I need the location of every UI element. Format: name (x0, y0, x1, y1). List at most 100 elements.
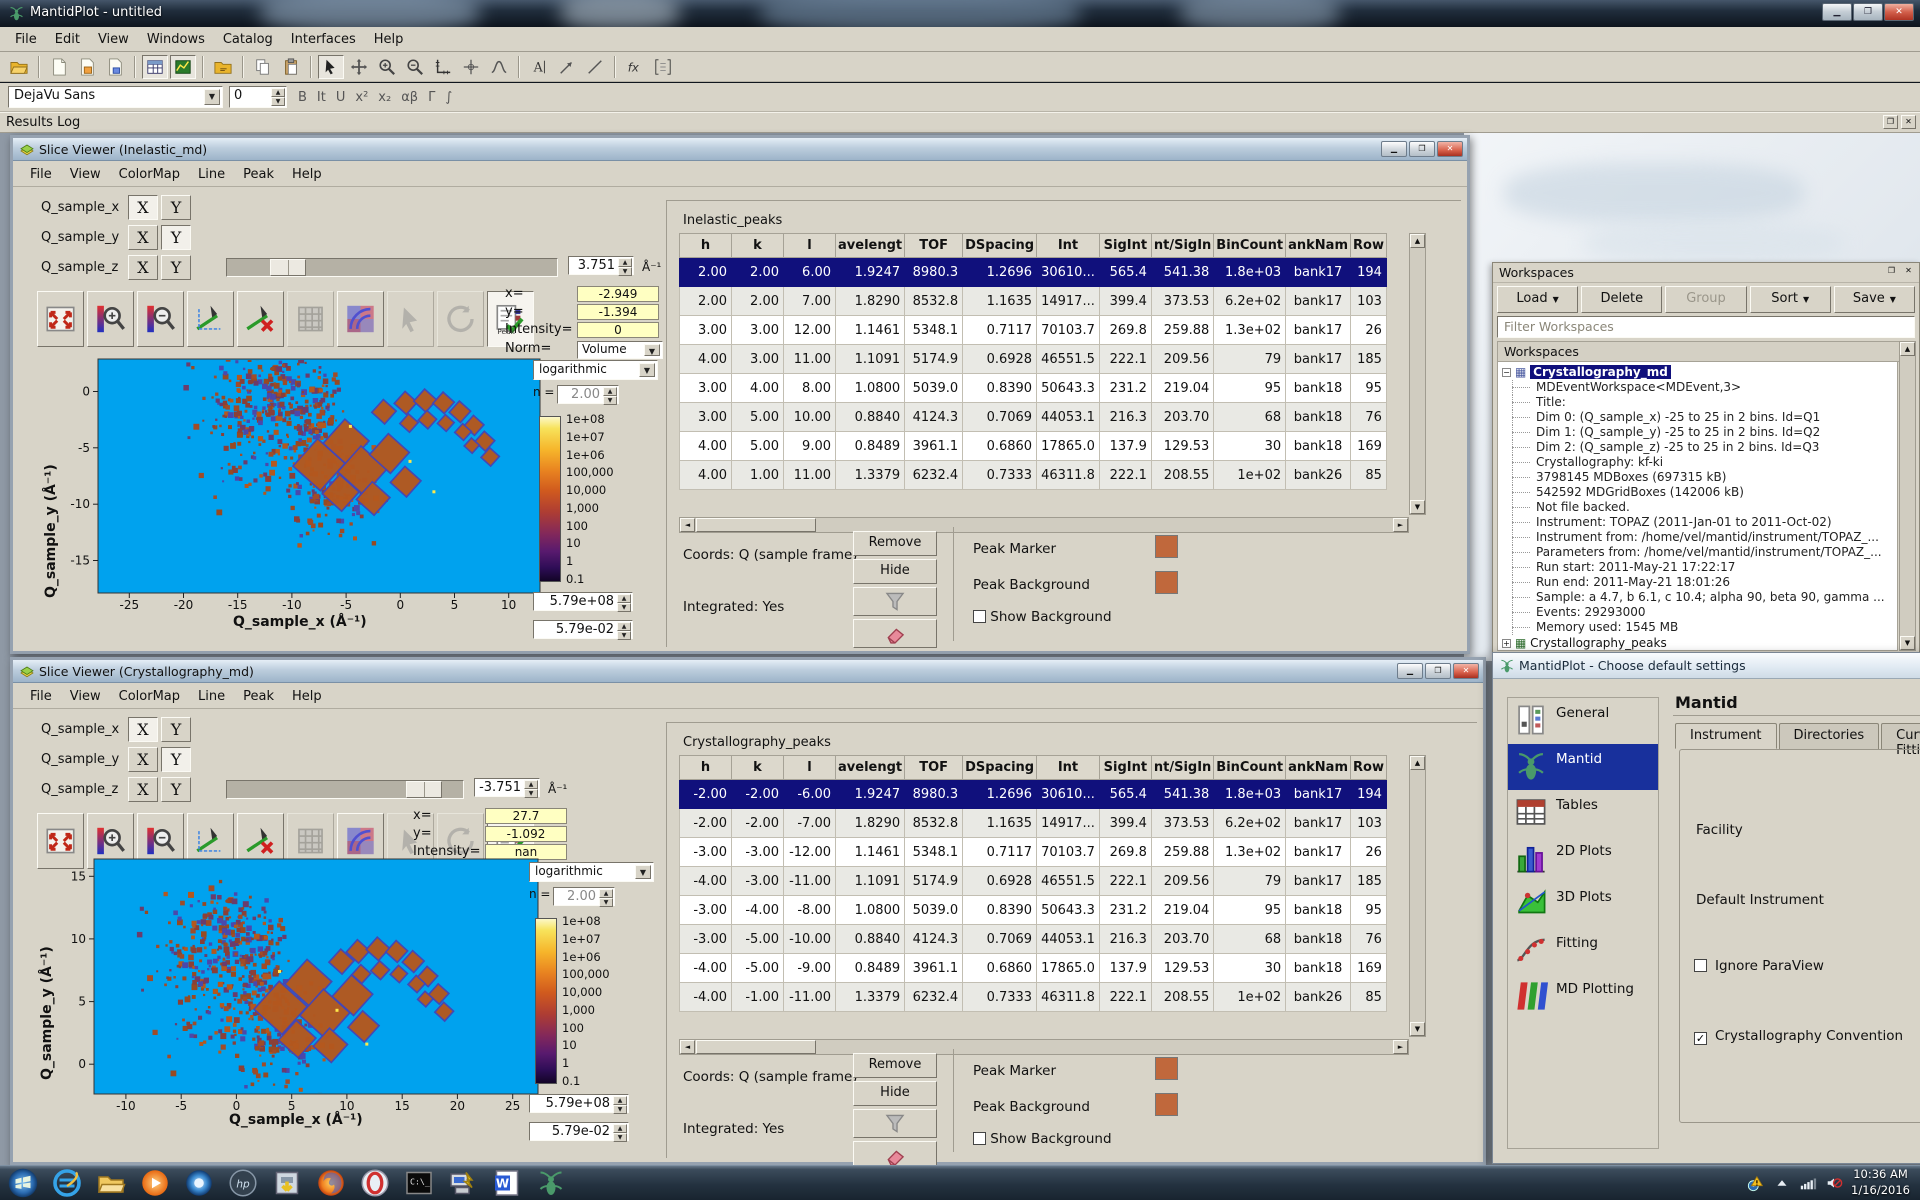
results-log-bar[interactable]: Results Log ❐ ✕ (0, 112, 1920, 133)
table-row[interactable]: -4.00-5.00-9.000.84893961.10.686017865.0… (680, 954, 1387, 983)
x-axis-button[interactable]: X (128, 717, 158, 742)
slice-value-spinner[interactable]: -3.751▲▼ (474, 778, 540, 797)
style-button-αβ[interactable]: αβ (396, 88, 423, 107)
taskbar-clock[interactable]: 10:36 AM1/16/2016 (1851, 1167, 1918, 1198)
new-matrix-icon[interactable] (650, 55, 676, 79)
menu-peak[interactable]: Peak (234, 164, 283, 185)
filter-button[interactable] (853, 1109, 937, 1138)
pointer-icon[interactable] (318, 55, 344, 79)
mantidplot-icon[interactable] (536, 1168, 566, 1198)
tree-item[interactable]: Events: 29293000 (1502, 605, 1897, 620)
menu-file[interactable]: File (21, 164, 61, 185)
table-row[interactable]: 4.001.0011.001.33796232.40.733346311.822… (680, 461, 1387, 490)
close-button[interactable]: ✕ (1884, 3, 1914, 21)
peak-marker-color-swatch[interactable] (1155, 535, 1178, 558)
slider-handle[interactable] (406, 781, 442, 798)
grid-lines-icon[interactable] (287, 291, 334, 347)
y-axis-button[interactable]: Y (161, 195, 191, 220)
menu-view[interactable]: View (89, 29, 138, 50)
close-button[interactable]: ✕ (1437, 141, 1463, 157)
colorbar-max-spinner[interactable]: 5.79e+08▲▼ (533, 592, 633, 611)
slice-slider[interactable] (226, 780, 464, 799)
column-header[interactable]: nt/SigIn (1151, 234, 1213, 258)
command-prompt-icon[interactable]: C:\_ (404, 1168, 434, 1198)
column-header[interactable]: ankNam (1286, 234, 1351, 258)
putty-icon[interactable] (448, 1168, 478, 1198)
menu-colormap[interactable]: ColorMap (110, 164, 189, 185)
menu-help[interactable]: Help (365, 29, 413, 50)
workspaces-scrollbar[interactable]: ▲ ▼ (1899, 341, 1916, 651)
tab-instrument[interactable]: Instrument (1675, 723, 1777, 749)
tree-item[interactable]: Instrument from: /home/vel/mantid/instru… (1502, 530, 1897, 545)
column-header[interactable]: h (680, 234, 732, 258)
dialog-titlebar[interactable]: MantidPlot - Choose default settings (1493, 653, 1920, 679)
table-row[interactable]: 4.003.0011.001.10915174.90.692846551.522… (680, 345, 1387, 374)
y-axis-button[interactable]: Y (161, 747, 191, 772)
hide-button[interactable]: Hide (853, 1081, 937, 1106)
save-document-icon[interactable] (74, 55, 100, 79)
tree-item[interactable]: 3798145 MDBoxes (697315 kB) (1502, 470, 1897, 485)
media-player-icon[interactable] (140, 1168, 170, 1198)
refresh-rebin-icon[interactable] (437, 291, 484, 347)
table-row[interactable]: -2.00-2.00-6.001.92478980.31.269630610..… (680, 780, 1387, 809)
column-header[interactable]: avelengt (836, 234, 905, 258)
column-header[interactable]: k (732, 234, 784, 258)
column-header[interactable]: l (784, 234, 836, 258)
column-header[interactable]: avelengt (836, 756, 905, 780)
line-mode-icon[interactable] (187, 291, 234, 347)
column-header[interactable]: Row (1351, 756, 1387, 780)
close-panel-icon[interactable]: ✕ (1901, 265, 1916, 279)
x-axis-button[interactable]: X (128, 777, 158, 802)
tab-directories[interactable]: Directories (1779, 723, 1880, 749)
settings-category-tables[interactable]: Tables (1508, 790, 1658, 836)
table-row[interactable]: 2.002.007.001.82908532.81.163514917...39… (680, 287, 1387, 316)
show-hidden-icons[interactable] (1773, 1174, 1791, 1192)
column-header[interactable]: Int (1037, 756, 1100, 780)
peak-background-color-swatch[interactable] (1155, 1093, 1178, 1116)
minimize-button[interactable]: ▁ (1397, 663, 1423, 679)
power-spinner[interactable]: 2.00▲▼ (553, 887, 615, 906)
slice-slider[interactable] (226, 258, 558, 277)
power-spinner[interactable]: 2.00▲▼ (557, 385, 619, 404)
menu-windows[interactable]: Windows (138, 29, 214, 50)
column-header[interactable]: h (680, 756, 732, 780)
software-update-icon[interactable] (272, 1168, 302, 1198)
column-header[interactable]: Int (1037, 234, 1100, 258)
word-icon[interactable]: W (492, 1168, 522, 1198)
style-button-It[interactable]: It (312, 88, 331, 107)
table-row[interactable]: -2.00-2.00-7.001.82908532.81.163514917..… (680, 809, 1387, 838)
firefox-icon[interactable] (316, 1168, 346, 1198)
filter-workspaces-input[interactable]: Filter Workspaces (1497, 316, 1915, 338)
new-document-icon[interactable] (46, 55, 72, 79)
ignore-paraview-checkbox[interactable]: Ignore ParaView (1694, 958, 1824, 974)
media-center-icon[interactable] (184, 1168, 214, 1198)
font-size-spinner[interactable]: 0▲▼ (229, 86, 287, 108)
menu-peak[interactable]: Peak (234, 686, 283, 707)
add-function-icon[interactable]: fx (622, 55, 648, 79)
tree-item[interactable]: Dim 0: (Q_sample_x) -25 to 25 in 2 bins.… (1502, 410, 1897, 425)
table-row[interactable]: 3.003.0012.001.14615348.10.711770103.726… (680, 316, 1387, 345)
data-reader-icon[interactable] (486, 55, 512, 79)
peak-background-color-swatch[interactable] (1155, 571, 1178, 594)
table-horizontal-scrollbar[interactable]: ◄ ► (679, 517, 1409, 533)
filter-button[interactable] (853, 587, 937, 616)
column-header[interactable]: DSpacing (963, 234, 1037, 258)
tree-item[interactable]: Memory used: 1545 MB (1502, 620, 1897, 635)
tree-item[interactable]: Sample: a 4.7, b 6.1, c 10.4; alpha 90, … (1502, 590, 1897, 605)
colorbar-min-spinner[interactable]: 5.79e-02▲▼ (533, 620, 633, 639)
style-button-∫[interactable]: ∫ (440, 88, 457, 107)
tree-item[interactable]: Dim 2: (Q_sample_z) -25 to 25 in 2 bins.… (1502, 440, 1897, 455)
settings-category-mantid[interactable]: Mantid (1508, 744, 1658, 790)
tab-curve-fitting[interactable]: Curve Fitting (1881, 723, 1920, 749)
tree-item[interactable]: Not file backed. (1502, 500, 1897, 515)
new-table-icon[interactable] (142, 55, 168, 79)
slider-handle[interactable] (270, 259, 306, 276)
table-vertical-scrollbar[interactable]: ▲ ▼ (1409, 755, 1426, 1037)
column-header[interactable]: l (784, 756, 836, 780)
colorbar-min-spinner[interactable]: 5.79e-02▲▼ (529, 1122, 629, 1141)
screen-reader-icon[interactable] (458, 55, 484, 79)
menu-file[interactable]: File (6, 29, 46, 50)
copy-icon[interactable] (250, 55, 276, 79)
group-button[interactable]: Group (1665, 286, 1746, 313)
hp-utility-icon[interactable]: hp (228, 1168, 258, 1198)
